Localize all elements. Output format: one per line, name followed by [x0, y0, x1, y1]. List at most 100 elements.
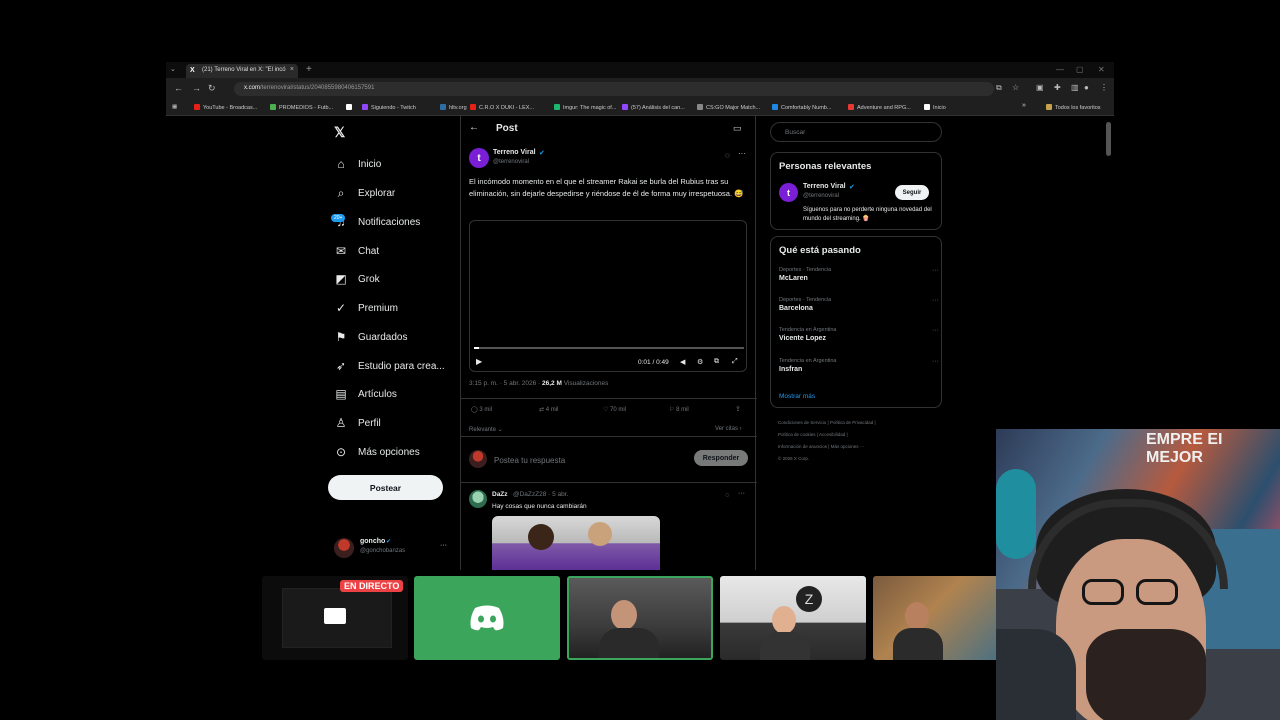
pip-icon[interactable]: ⧉ [714, 358, 719, 366]
trend-item[interactable]: Deportes · Tendencia Barcelona ··· [779, 297, 939, 312]
profile-icon[interactable]: ● [1084, 83, 1089, 92]
x-logo-icon[interactable]: 𝕏 [334, 124, 345, 141]
bookmark-item[interactable] [346, 104, 355, 111]
play-icon[interactable]: ▶ [476, 357, 482, 366]
bookmark-item[interactable]: C.R.O X DUKI - LEX... [470, 104, 534, 111]
install-icon[interactable]: ⧉ [996, 83, 1002, 93]
screen-share-thumb[interactable]: EN DIRECTO [262, 576, 408, 660]
extension-icon[interactable]: ▣ [1036, 83, 1044, 92]
reply-action[interactable]: ◯ 3 mil [471, 406, 492, 413]
settings-icon[interactable]: ⚙ [697, 358, 703, 366]
relevant-handle[interactable]: @terrenoviral [803, 193, 839, 199]
view-quotes-link[interactable]: Ver citas › [715, 426, 742, 432]
video-progress-track[interactable] [474, 347, 744, 349]
bookmark-item[interactable]: Adventure and RPG... [848, 104, 911, 111]
close-window-icon[interactable]: ✕ [1098, 65, 1105, 74]
tab-active[interactable]: X (21) Terreno Viral en X: "El incó × [186, 64, 298, 78]
post-button[interactable]: Postear [328, 475, 443, 500]
nav-item-6[interactable]: ✓ Premium [334, 298, 398, 318]
search-input[interactable]: Buscar [770, 122, 942, 142]
fullscreen-icon[interactable]: ⤢ [732, 358, 738, 366]
more-icon[interactable]: ··· [738, 149, 746, 158]
more-icon[interactable]: ··· [738, 490, 745, 497]
participant-thumb-1[interactable] [567, 576, 713, 660]
more-icon[interactable]: ··· [932, 327, 939, 334]
sort-dropdown[interactable]: Relevante ⌄ [469, 426, 503, 433]
reply-image[interactable] [492, 516, 660, 570]
new-tab-button[interactable]: + [306, 64, 312, 75]
bookmark-item[interactable]: PROMEDIOS - Futb... [270, 104, 333, 111]
trend-item[interactable]: Tendencia en Argentina Vicente Lopez ··· [779, 327, 939, 342]
back-arrow-icon[interactable]: ← [469, 122, 479, 133]
menu-icon[interactable]: ⋮ [1100, 83, 1108, 92]
more-icon[interactable]: ··· [932, 358, 939, 365]
nav-item-3[interactable]: ♫ Notificaciones [334, 212, 421, 232]
nav-item-11[interactable]: ⊙ Más opciones [334, 442, 420, 462]
author-name[interactable]: Terreno Viral [493, 149, 536, 156]
forward-icon[interactable]: → [192, 83, 201, 93]
footer-links[interactable]: Condiciones de Servicio | Política de Pr… [778, 420, 876, 425]
more-icon[interactable]: ··· [932, 267, 939, 274]
reply-input[interactable]: Postea tu respuesta [494, 456, 565, 465]
bookmark-label: YouTube - Broadcas... [203, 105, 258, 111]
star-icon[interactable]: ☆ [1012, 83, 1019, 92]
more-icon[interactable]: ··· [932, 297, 939, 304]
apps-icon[interactable]: ▦ [172, 104, 177, 110]
video-player[interactable]: ▶ 0:01 / 0:49 ◀ ⚙ ⧉ ⤢ [469, 220, 747, 372]
bookmark-item[interactable]: (57) Análisis del can... [622, 104, 685, 111]
nav-item-5[interactable]: ◩ Grok [334, 269, 379, 289]
nav-item-9[interactable]: ▤ Artículos [334, 384, 397, 404]
nav-item-8[interactable]: ➶ Estudio para crea... [334, 356, 445, 376]
bookmark-item[interactable]: hltv.org [440, 104, 467, 111]
back-icon[interactable]: ← [174, 83, 183, 93]
grok-icon[interactable]: ◌ [725, 492, 729, 499]
reload-icon[interactable]: ↻ [208, 83, 216, 94]
reader-icon[interactable]: ▭ [733, 123, 742, 134]
repost-action[interactable]: ⇄ 4 mil [539, 406, 558, 413]
nav-item-2[interactable]: ⌕ Explorar [334, 183, 396, 203]
minimize-icon[interactable]: — [1056, 65, 1064, 74]
footer-links[interactable]: Información de anuncios | Más opciones ·… [778, 444, 864, 449]
nav-item-1[interactable]: ⌂ Inicio [334, 154, 381, 174]
tab-close-icon[interactable]: × [290, 66, 294, 73]
share-icon[interactable]: ⇪ [735, 405, 741, 413]
grok-icon[interactable]: ◌ [725, 151, 730, 160]
maximize-icon[interactable]: ▢ [1076, 65, 1084, 74]
bookmark-item[interactable]: Imgur: The magic of... [554, 104, 616, 111]
relevant-avatar[interactable]: t [779, 183, 798, 202]
nav-item-4[interactable]: ✉ Chat [334, 241, 379, 261]
relevant-name[interactable]: Terreno Viral [803, 183, 846, 190]
more-icon[interactable]: ··· [440, 542, 447, 549]
author-handle[interactable]: @terrenoviral [493, 159, 529, 165]
url-input[interactable]: x.com/terrenoviral/status/20408559804061… [234, 82, 994, 96]
show-more-link[interactable]: Mostrar más [779, 393, 815, 400]
follow-button[interactable]: Seguir [895, 185, 929, 200]
bookmark-action[interactable]: ⚐ 8 mil [669, 406, 689, 413]
author-avatar[interactable]: t [469, 148, 489, 168]
bookmark-item[interactable]: Siguiendo - Twitch [362, 104, 416, 111]
reply-avatar[interactable] [469, 490, 487, 508]
participant-thumb-2[interactable]: Z [720, 576, 866, 660]
discord-thumb[interactable] [414, 576, 560, 660]
bookmarks-more[interactable]: » [1022, 102, 1026, 109]
volume-icon[interactable]: ◀ [680, 358, 685, 366]
scrollbar[interactable] [1106, 122, 1111, 156]
nav-item-10[interactable]: ♙ Perfil [334, 413, 381, 433]
nav-item-7[interactable]: ⚑ Guardados [334, 327, 408, 347]
bookmark-item[interactable]: CS:GO Major Match... [697, 104, 760, 111]
all-bookmarks[interactable]: Todos los favoritos [1046, 104, 1101, 111]
reply-button[interactable]: Responder [694, 450, 748, 466]
like-action[interactable]: ♡ 70 mil [603, 406, 626, 413]
bookmark-item[interactable]: YouTube - Broadcas... [194, 104, 257, 111]
trend-item[interactable]: Tendencia en Argentina Insfran ··· [779, 358, 939, 373]
trend-item[interactable]: Deportes · Tendencia McLaren ··· [779, 267, 939, 282]
reply-author[interactable]: DaZz [492, 491, 508, 498]
bookmark-item[interactable]: Comfortably Numb... [772, 104, 831, 111]
account-switcher[interactable]: goncho ✔ @gonchobanzas ··· [334, 534, 454, 562]
split-icon[interactable]: ▥ [1071, 83, 1079, 92]
bookmark-item[interactable]: Inicio [924, 104, 946, 111]
puzzle-icon[interactable]: ✚ [1054, 83, 1061, 92]
footer-links[interactable]: Política de cookies | Accesibilidad | [778, 432, 848, 437]
footer-links[interactable]: © 2026 X Corp. [778, 456, 809, 461]
tab-search-icon[interactable]: ⌄ [170, 65, 176, 73]
